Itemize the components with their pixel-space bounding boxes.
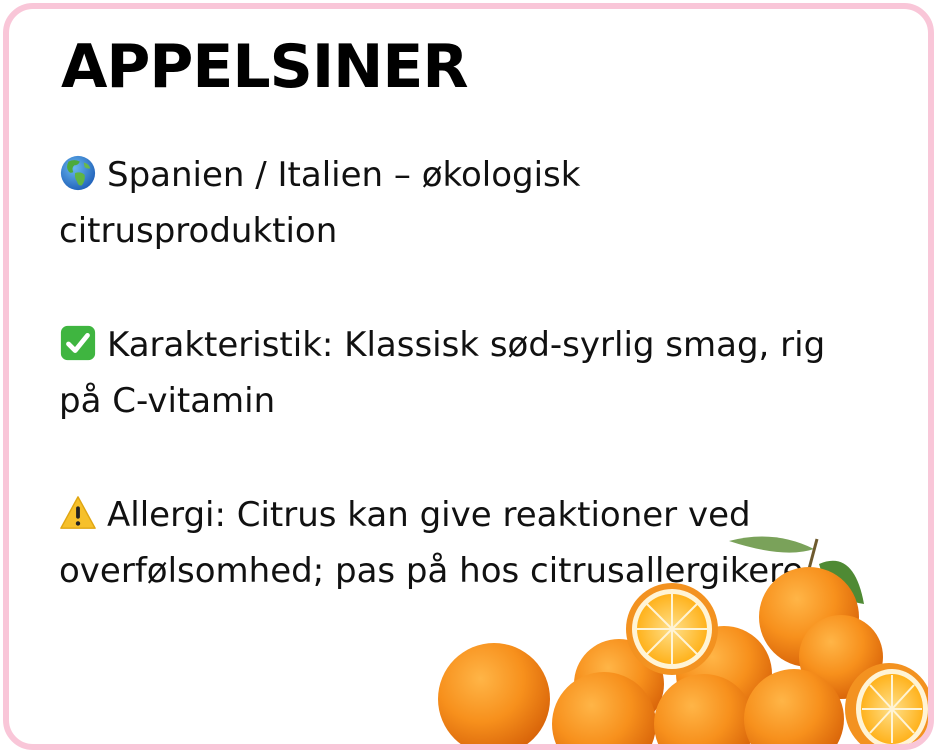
product-title: APPELSINER	[61, 32, 469, 102]
origin-info: Spanien / Italien – økologisk citrusprod…	[59, 147, 849, 259]
characteristic-info: Karakteristik: Klassisk sød-syrlig smag,…	[59, 317, 849, 429]
origin-text: Spanien / Italien – økologisk citrusprod…	[59, 155, 581, 251]
globe-icon	[59, 154, 97, 192]
warning-icon	[59, 494, 97, 532]
oranges-illustration	[438, 536, 928, 744]
product-card: APPELSINER Spanien / Italien – økologisk…	[3, 3, 934, 750]
check-mark-icon	[59, 324, 97, 362]
characteristic-text: Karakteristik: Klassisk sød-syrlig smag,…	[59, 325, 826, 421]
